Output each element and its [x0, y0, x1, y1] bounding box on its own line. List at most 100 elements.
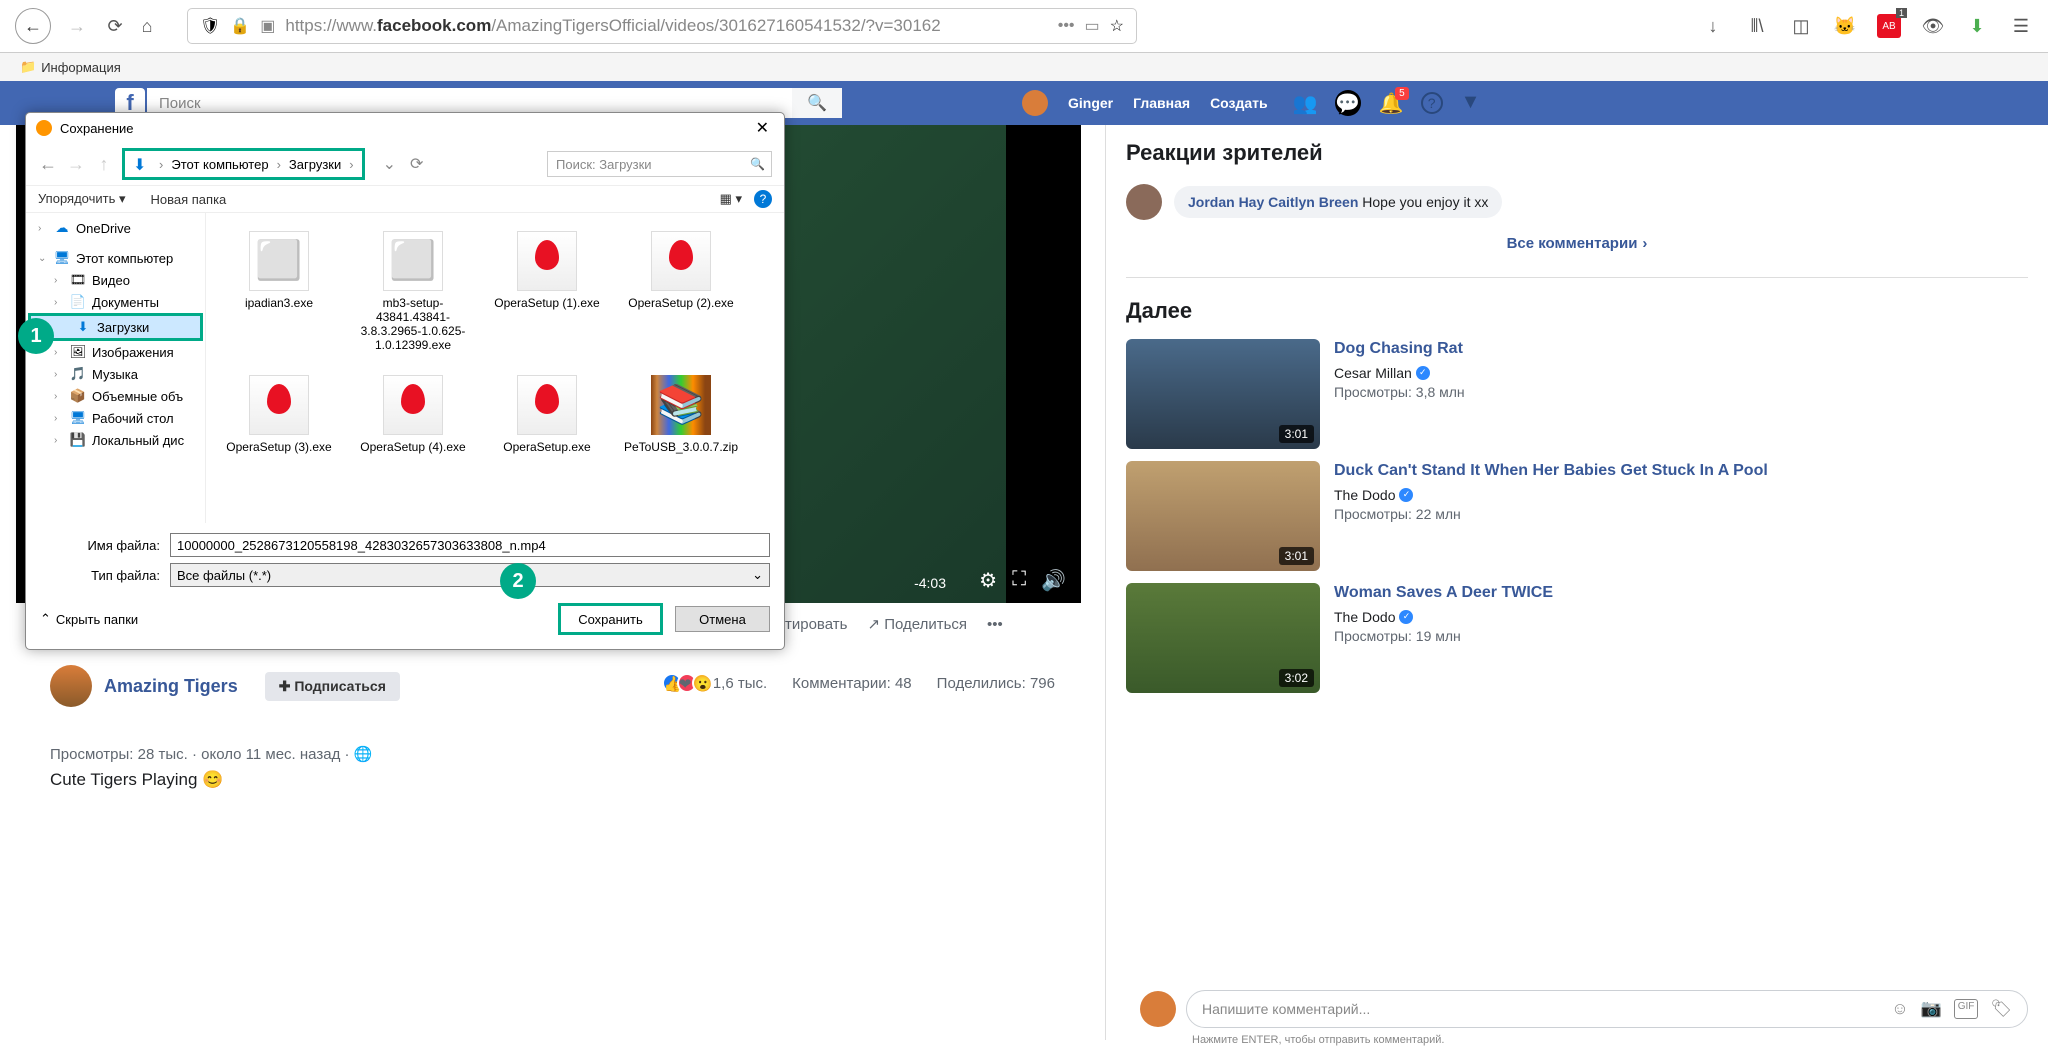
fb-user-name[interactable]: Ginger [1068, 95, 1113, 111]
filetype-label: Тип файла: [40, 568, 170, 583]
tree-onedrive[interactable]: ›☁OneDrive [26, 217, 205, 239]
tree-volumes[interactable]: ›📦Объемные объ [26, 385, 205, 407]
dropdown-icon[interactable]: ⌄ [383, 154, 396, 174]
tree-video[interactable]: ›🎞Видео [26, 269, 205, 291]
library-icon[interactable]: ⦀\ [1745, 14, 1769, 38]
fb-nav-home[interactable]: Главная [1133, 95, 1190, 111]
view-icon[interactable]: ▦ ▾ [720, 191, 742, 207]
my-avatar[interactable] [1140, 991, 1176, 1027]
tree-desktop[interactable]: ›🖥Рабочий стол [26, 407, 205, 429]
organize-menu[interactable]: Упорядочить ▾ [38, 191, 126, 207]
more-icon[interactable]: ••• [1058, 17, 1075, 35]
help-icon[interactable]: ? [754, 190, 772, 208]
close-button[interactable]: ✕ [751, 118, 774, 138]
tree-images[interactable]: ›🖼Изображения [26, 341, 205, 363]
file-item[interactable]: OperaSetup (4).exe [348, 365, 478, 505]
video-thumbnail[interactable]: 3:01 [1126, 339, 1320, 449]
forward-button[interactable]: → [59, 8, 95, 44]
file-item[interactable]: ⬜ipadian3.exe [214, 221, 344, 361]
permissions-icon: ▣ [260, 16, 275, 36]
tree-localdisk[interactable]: ›💾Локальный дис [26, 429, 205, 451]
reload-button[interactable]: ⟳ [103, 14, 127, 38]
emoji-icon[interactable]: ☺ [1891, 999, 1908, 1019]
video-title[interactable]: Woman Saves A Deer TWICE [1334, 583, 2028, 604]
refresh-icon[interactable]: ⟳ [410, 154, 423, 174]
dialog-search[interactable]: Поиск: Загрузки [547, 151, 772, 177]
ext1-icon[interactable]: 🐱 [1833, 14, 1857, 38]
annotation-1: 1 [18, 318, 54, 354]
video-thumbnail[interactable]: 3:02 [1126, 583, 1320, 693]
fb-search-button[interactable]: 🔍 [792, 88, 842, 118]
nav-back[interactable]: ← [38, 154, 58, 175]
shares-count[interactable]: Поделились: 796 [937, 675, 1055, 692]
settings-icon[interactable]: ⚙ [979, 568, 997, 593]
bookmarks-bar: 📁 Информация [0, 53, 2048, 81]
tree-documents[interactable]: ›📄Документы [26, 291, 205, 313]
adblock-icon[interactable]: AB1 [1877, 14, 1901, 38]
file-item[interactable]: OperaSetup.exe [482, 365, 612, 505]
tree-downloads[interactable]: ⬇Загрузки [28, 313, 203, 341]
new-folder-button[interactable]: Новая папка [151, 192, 227, 207]
filetype-select[interactable]: Все файлы (*.*)⌄ [170, 563, 770, 587]
comment-action[interactable]: тировать [785, 616, 847, 633]
video-title[interactable]: Dog Chasing Rat [1334, 339, 2028, 360]
fb-user-avatar[interactable] [1022, 90, 1048, 116]
save-button[interactable]: Сохранить [558, 603, 663, 635]
fb-nav-create[interactable]: Создать [1210, 95, 1268, 111]
reader-icon[interactable]: ▭ [1085, 16, 1100, 36]
cancel-button[interactable]: Отмена [675, 606, 770, 632]
reaction-icons[interactable]: 👍 ❤ 😮 [662, 673, 707, 693]
more-action[interactable]: ••• [987, 616, 1003, 633]
camera-icon[interactable]: 📷 [1921, 999, 1942, 1019]
notifications-icon[interactable]: 🔔5 [1379, 91, 1403, 115]
file-item[interactable]: ⬜mb3-setup-43841.43841-3.8.3.2965-1.0.62… [348, 221, 478, 361]
gif-icon[interactable]: GIF [1954, 999, 1979, 1019]
sticker-icon[interactable]: 🏷 [1990, 999, 2012, 1019]
url-bar[interactable]: 🛡 🔒 ▣ https://www.facebook.com/AmazingTi… [187, 8, 1137, 44]
file-item[interactable]: OperaSetup (1).exe [482, 221, 612, 361]
tree-this-pc[interactable]: ⌄🖥Этот компьютер [26, 247, 205, 269]
sidebar-icon[interactable]: ◫ [1789, 14, 1813, 38]
breadcrumb[interactable]: ⬇ › Этот компьютер › Загрузки › [122, 148, 365, 180]
file-item[interactable]: OperaSetup (2).exe [616, 221, 746, 361]
video-thumbnail[interactable]: 3:01 [1126, 461, 1320, 571]
bookmark-label[interactable]: Информация [41, 60, 121, 75]
video-time: -4:03 [914, 575, 946, 591]
comment-input[interactable]: Напишите комментарий... ☺ 📷 GIF 🏷 [1186, 990, 2028, 1028]
volume-icon[interactable]: 🔊 [1041, 568, 1066, 593]
nav-up[interactable]: ↑ [94, 154, 114, 175]
nav-forward[interactable]: → [66, 154, 86, 175]
file-item[interactable]: OperaSetup (3).exe [214, 365, 344, 505]
file-item[interactable]: 📚PeToUSB_3.0.0.7.zip [616, 365, 746, 505]
action-icon[interactable]: ↓ [1701, 14, 1725, 38]
author-name[interactable]: Amazing Tigers [104, 676, 238, 697]
friends-icon[interactable]: 👥 [1293, 91, 1317, 115]
video-item[interactable]: 3:01 Duck Can't Stand It When Her Babies… [1126, 461, 2028, 571]
all-comments-link[interactable]: Все комментарии › [1126, 235, 2028, 252]
menu-icon[interactable]: ☰ [2009, 14, 2033, 38]
fullscreen-icon[interactable]: ⛶ [1012, 568, 1026, 593]
video-title[interactable]: Duck Can't Stand It When Her Babies Get … [1334, 461, 2028, 482]
download-icon[interactable]: ⬇ [1965, 14, 1989, 38]
video-item[interactable]: 3:02 Woman Saves A Deer TWICE The Dodo ✓… [1126, 583, 2028, 693]
file-grid: ⬜ipadian3.exe ⬜mb3-setup-43841.43841-3.8… [206, 213, 784, 523]
dropdown-icon[interactable]: ▼ [1461, 91, 1485, 115]
messenger-icon[interactable]: 💬 [1335, 90, 1361, 116]
commenter-avatar[interactable] [1126, 184, 1162, 220]
bookmark-star-icon[interactable]: ☆ [1110, 16, 1124, 36]
reactions-count[interactable]: 1,6 тыс. [713, 675, 767, 692]
comments-count[interactable]: Комментарии: 48 [792, 675, 912, 692]
share-action[interactable]: ↗ Поделиться [867, 615, 967, 633]
help-icon[interactable]: ? [1421, 92, 1443, 114]
hide-folders-toggle[interactable]: ⌃ Скрыть папки [40, 611, 138, 627]
tree-music[interactable]: ›🎵Музыка [26, 363, 205, 385]
subscribe-button[interactable]: ✚ Подписаться [265, 672, 400, 701]
filename-input[interactable] [170, 533, 770, 557]
folder-icon: 📁 [20, 59, 36, 75]
ext2-icon[interactable]: 👁 [1921, 14, 1945, 38]
home-button[interactable]: ⌂ [135, 14, 159, 38]
author-avatar[interactable] [50, 665, 92, 707]
back-button[interactable]: ← [15, 8, 51, 44]
browser-toolbar: ← → ⟳ ⌂ 🛡 🔒 ▣ https://www.facebook.com/A… [0, 0, 2048, 53]
video-item[interactable]: 3:01 Dog Chasing Rat Cesar Millan ✓ Прос… [1126, 339, 2028, 449]
